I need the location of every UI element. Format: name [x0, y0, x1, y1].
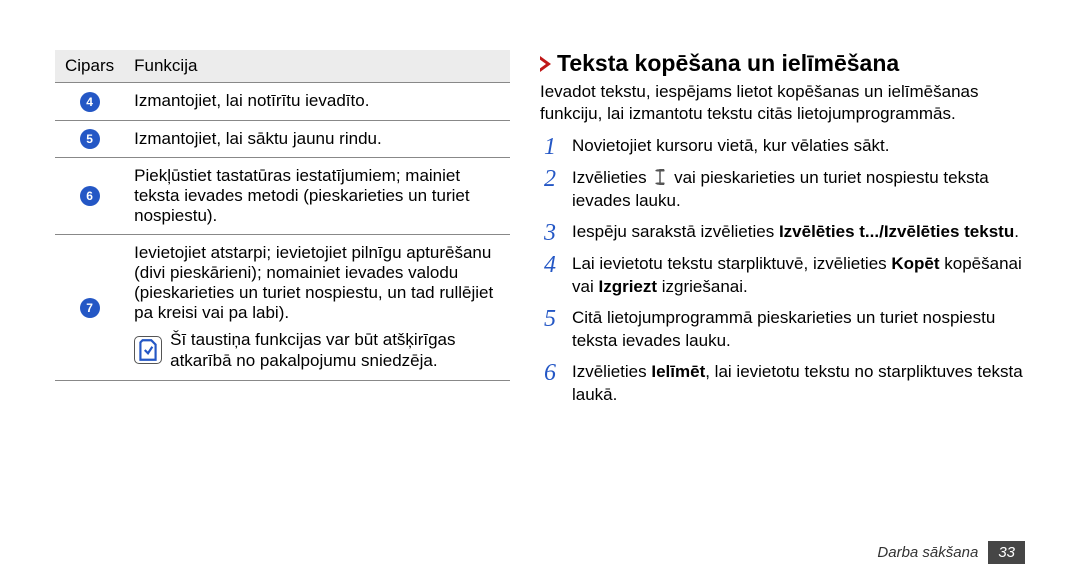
list-item: 4 Lai ievietotu tekstu starpliktuvē, izv…: [540, 253, 1025, 299]
list-item: 6 Izvēlieties Ielīmēt, lai ievietotu tek…: [540, 361, 1025, 407]
table-row: 7 Ievietojiet atstarpi; ievietojiet piln…: [55, 235, 510, 381]
footer-page-number: 33: [988, 541, 1025, 564]
step-text: Lai ievietotu tekstu starpliktuvē, izvēl…: [572, 253, 1025, 299]
step-number: 1: [540, 135, 560, 159]
list-item: 3 Iespēju sarakstā izvēlieties Izvēlētie…: [540, 221, 1025, 245]
note-row: Šī taustiņa funkcijas var būt atšķirīgas…: [134, 329, 500, 372]
row-cell: Ievietojiet atstarpi; ievietojiet pilnīg…: [124, 235, 510, 381]
step-number: 2: [540, 167, 560, 191]
row-number-icon: 4: [80, 92, 100, 112]
row-text: Izmantojiet, lai sāktu jaunu rindu.: [124, 120, 510, 158]
table-row: 4 Izmantojiet, lai notīrītu ievadīto.: [55, 83, 510, 121]
list-item: 1 Novietojiet kursoru vietā, kur vēlatie…: [540, 135, 1025, 159]
step-text: Iespēju sarakstā izvēlieties Izvēlēties …: [572, 221, 1025, 244]
step-text: Citā lietojumprogrammā pieskarieties un …: [572, 307, 1025, 353]
row-number-icon: 6: [80, 186, 100, 206]
table-row: 6 Piekļūstiet tastatūras iestatījumiem; …: [55, 158, 510, 235]
row-text: Izmantojiet, lai notīrītu ievadīto.: [124, 83, 510, 121]
th-cipars: Cipars: [55, 50, 124, 83]
step-text: Izvēlieties Ielīmēt, lai ievietotu tekst…: [572, 361, 1025, 407]
function-table: Cipars Funkcija 4 Izmantojiet, lai notīr…: [55, 50, 510, 381]
step-number: 6: [540, 361, 560, 385]
note-text: Šī taustiņa funkcijas var būt atšķirīgas…: [170, 329, 500, 372]
text-cursor-icon: [653, 169, 667, 185]
row-text: Ievietojiet atstarpi; ievietojiet pilnīg…: [134, 243, 500, 323]
page-footer: Darba sākšana 33: [877, 541, 1025, 564]
step-number: 3: [540, 221, 560, 245]
row-text: Piekļūstiet tastatūras iestatījumiem; ma…: [124, 158, 510, 235]
row-number-icon: 7: [80, 298, 100, 318]
step-text: Izvēlieties vai pieskarieties un turiet …: [572, 167, 1025, 213]
page-body: Cipars Funkcija 4 Izmantojiet, lai notīr…: [0, 0, 1080, 445]
section-heading: Teksta kopēšana un ielīmēšana: [540, 50, 1025, 77]
step-number: 5: [540, 307, 560, 331]
intro-text: Ievadot tekstu, iespējams lietot kopēšan…: [540, 81, 1025, 125]
step-text: Novietojiet kursoru vietā, kur vēlaties …: [572, 135, 1025, 158]
row-number-icon: 5: [80, 129, 100, 149]
th-funkcija: Funkcija: [124, 50, 510, 83]
list-item: 5 Citā lietojumprogrammā pieskarieties u…: [540, 307, 1025, 353]
chevron-right-icon: [540, 56, 551, 72]
right-column: Teksta kopēšana un ielīmēšana Ievadot te…: [530, 50, 1025, 415]
table-row: 5 Izmantojiet, lai sāktu jaunu rindu.: [55, 120, 510, 158]
step-number: 4: [540, 253, 560, 277]
list-item: 2 Izvēlieties vai pieskarieties un turie…: [540, 167, 1025, 213]
footer-section-label: Darba sākšana: [877, 544, 978, 561]
heading-text: Teksta kopēšana un ielīmēšana: [557, 50, 899, 77]
steps-list: 1 Novietojiet kursoru vietā, kur vēlatie…: [540, 135, 1025, 407]
note-icon: [134, 336, 162, 364]
left-column: Cipars Funkcija 4 Izmantojiet, lai notīr…: [55, 50, 510, 415]
